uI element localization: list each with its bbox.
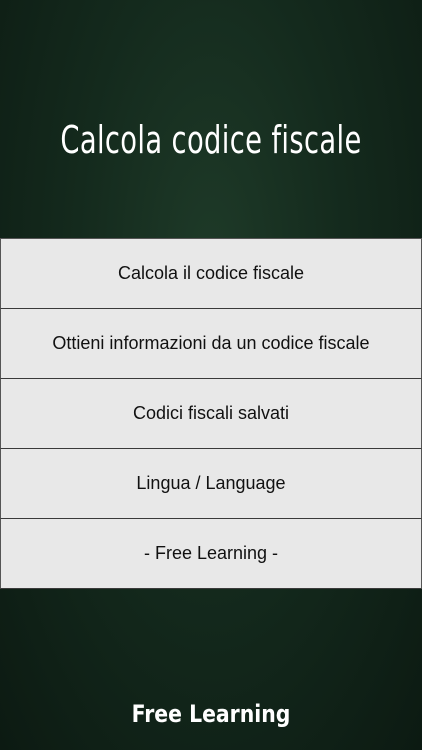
menu-item-label: Lingua / Language [136,473,286,493]
app-title: Calcola codice fiscale [60,118,362,162]
menu-item-language[interactable]: Lingua / Language [0,449,422,519]
menu-item-label: Codici fiscali salvati [132,403,290,423]
menu-item-label: Ottieni informazioni da un codice fiscal… [52,333,370,353]
main-menu: Calcola il codice fiscale Ottieni inform… [0,238,422,589]
menu-item-get-info[interactable]: Ottieni informazioni da un codice fiscal… [0,309,422,379]
menu-item-label: - Free Learning - [143,543,279,563]
free-learning-logo: Free Learning [131,700,291,728]
menu-item-calculate[interactable]: Calcola il codice fiscale [0,239,422,309]
menu-item-saved-codes[interactable]: Codici fiscali salvati [0,379,422,449]
menu-item-free-learning[interactable]: - Free Learning - [0,519,422,589]
menu-item-label: Calcola il codice fiscale [117,263,305,283]
